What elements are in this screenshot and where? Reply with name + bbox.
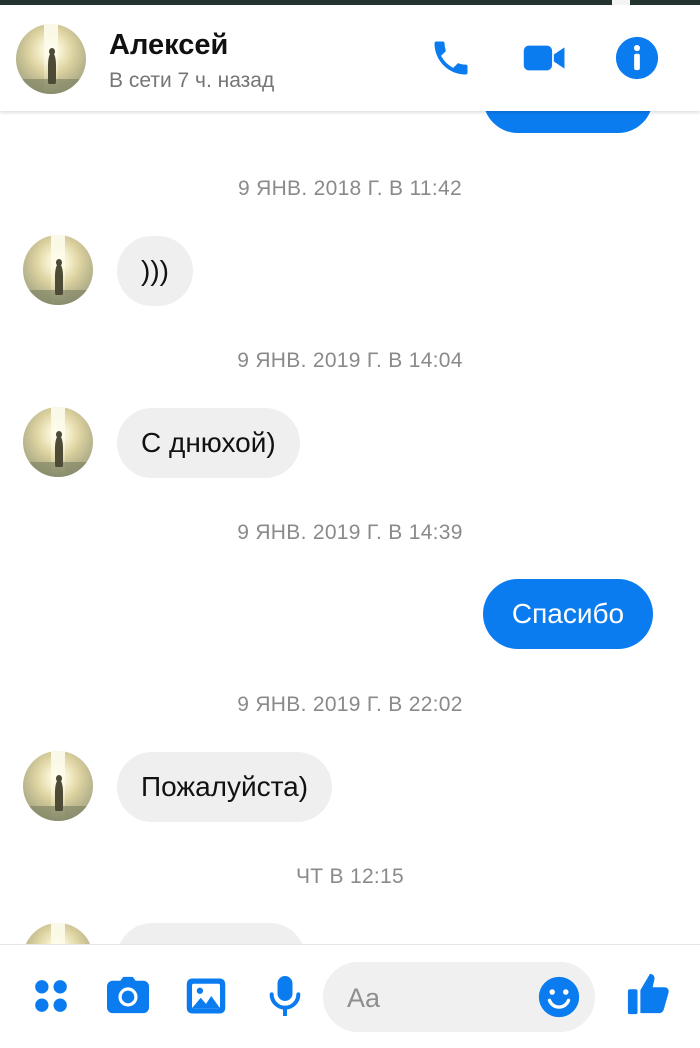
outgoing-message-bubble-partial[interactable] — [483, 111, 653, 133]
video-call-button[interactable] — [522, 35, 568, 81]
camera-icon — [107, 976, 149, 1014]
conversation-header: Алексей В сети 7 ч. назад — [0, 5, 700, 111]
sender-avatar[interactable] — [23, 235, 93, 305]
incoming-message-bubble[interactable]: Пожалуйста) — [117, 752, 333, 822]
outgoing-message-bubble[interactable]: Спасибо — [483, 579, 653, 649]
timestamp: 9 ЯНВ. 2019 Г. В 22:02 — [237, 693, 463, 716]
timestamp: 9 ЯНВ. 2019 Г. В 14:04 — [237, 349, 463, 372]
sender-avatar[interactable] — [23, 751, 93, 821]
message-list[interactable]: 9 ЯНВ. 2018 Г. В 11:42 ))) 9 ЯНВ. 2019 Г… — [0, 111, 700, 945]
phone-icon — [434, 41, 468, 75]
video-camera-icon — [523, 45, 565, 71]
incoming-message-bubble[interactable]: ))) — [117, 236, 193, 306]
voice-message-button[interactable] — [262, 973, 308, 1019]
incoming-message-bubble[interactable]: С днюхой) — [117, 408, 300, 478]
more-apps-button[interactable] — [28, 973, 74, 1019]
apps-grid-icon — [35, 980, 67, 1012]
sender-avatar[interactable] — [23, 407, 93, 477]
camera-button[interactable] — [105, 973, 151, 1019]
emoji-button[interactable] — [537, 975, 581, 1019]
composer-bar — [0, 944, 700, 1048]
gallery-icon — [186, 978, 226, 1014]
timestamp: 9 ЯНВ. 2019 Г. В 14:39 — [237, 521, 463, 544]
contact-name[interactable]: Алексей — [109, 29, 228, 62]
call-button[interactable] — [428, 35, 474, 81]
message-composer[interactable] — [323, 962, 595, 1034]
thumbs-up-icon — [627, 973, 669, 1015]
incoming-message-bubble-partial[interactable] — [117, 923, 305, 945]
contact-status: В сети 7 ч. назад — [109, 69, 275, 92]
microphone-icon — [269, 976, 301, 1016]
timestamp: ЧТ В 12:15 — [295, 865, 405, 888]
like-button[interactable] — [626, 971, 672, 1017]
gallery-button[interactable] — [183, 973, 229, 1019]
message-input[interactable] — [345, 962, 539, 1034]
info-icon — [615, 36, 659, 80]
sender-avatar-partial[interactable] — [23, 923, 93, 945]
timestamp: 9 ЯНВ. 2018 Г. В 11:42 — [238, 177, 462, 200]
emoji-icon — [538, 976, 580, 1018]
contact-avatar[interactable] — [16, 24, 86, 94]
info-button[interactable] — [614, 35, 660, 81]
